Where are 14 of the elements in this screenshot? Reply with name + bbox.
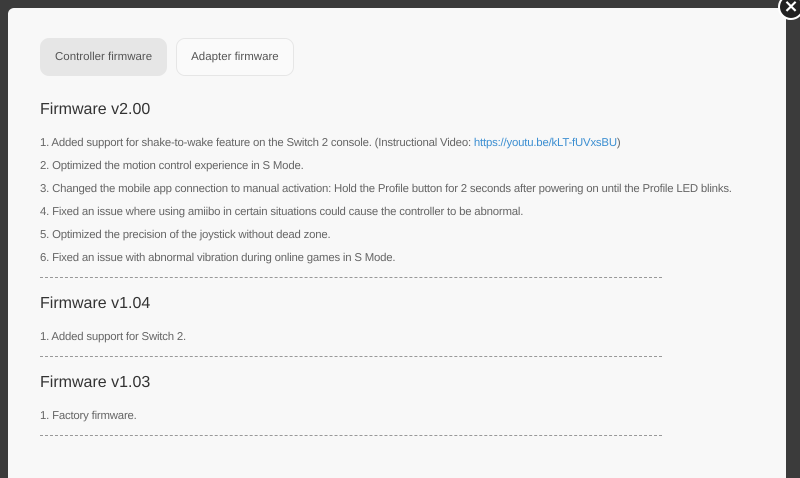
release-note: 1. Added support for Switch 2. — [40, 330, 187, 345]
firmware-tab[interactable]: Controller firmware — [40, 38, 168, 76]
firmware-tab[interactable]: Adapter firmware — [176, 38, 294, 76]
close-button[interactable]: × — [778, 0, 800, 20]
release-note: 6. Fixed an issue with abnormal vibration during online games in S Mode. — [40, 251, 396, 266]
release-title: Firmware v1.04 — [40, 294, 152, 314]
release-note: 1. Factory firmware. — [40, 409, 138, 424]
release-note: 5. Optimized the precision of the joystick without dead zone. — [40, 228, 332, 243]
release-note: 2. Optimized the motion control experience in S Mode. — [40, 159, 305, 174]
release-note: 4. Fixed an issue where using amiibo in certain situations could cause the controller to be abnormal. — [40, 205, 524, 220]
release-note: 1. Added support for shake-to-wake feature on the Switch 2 console. (Instructional Video: https://youtu.be/kLT-fUVxsBU) — [40, 136, 622, 151]
release-title: Firmware v1.03 — [40, 373, 152, 393]
release-note: 3. Changed the mobile app connection to manual activation: Hold the Profile button for 2 seconds after powering on until the Profile LED blinks. — [40, 182, 733, 197]
release-title: Firmware v2.00 — [40, 100, 152, 120]
